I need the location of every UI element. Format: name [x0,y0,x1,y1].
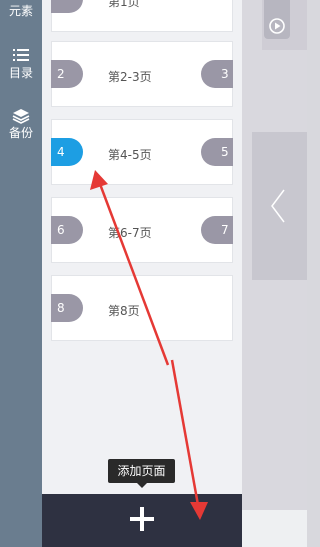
page-label: 第2-3页 [108,70,152,84]
page-tab-left[interactable]: 6 [51,216,83,244]
page-tab-right[interactable]: 3 [201,60,233,88]
play-button[interactable] [264,13,290,39]
plus-icon[interactable] [130,507,154,531]
page-label: 第4-5页 [108,148,152,162]
page-tab-left[interactable]: 2 [51,60,83,88]
sidebar-item-label: 目录 [8,66,33,80]
page-card-4-5[interactable]: 4 第4-5页 5 [51,119,233,185]
page-label: 第8页 [108,304,140,318]
chevron-left-icon [271,189,285,223]
layers-icon [12,109,30,124]
page-card-2-3[interactable]: 2 第2-3页 3 [51,41,233,107]
play-icon [269,18,285,34]
sidebar-item-backup[interactable]: 备份 [0,108,42,140]
page-tab-left-active[interactable]: 4 [51,138,83,166]
page-card-1[interactable]: 第1页 [51,0,233,32]
canvas-footer [242,510,307,547]
sidebar-item-contents[interactable]: 目录 [0,46,42,80]
list-icon [13,49,29,61]
page-card-8[interactable]: 8 第8页 [51,275,233,341]
left-rail: 元素 目录 备份 [0,0,42,547]
page-tab-right[interactable]: 7 [201,216,233,244]
bottom-bar [42,494,242,547]
sidebar-item-label: 备份 [8,126,33,140]
page-card-6-7[interactable]: 6 第6-7页 7 [51,197,233,263]
add-page-tooltip: 添加页面 [108,459,175,488]
sidebar-item-label: 元素 [8,4,33,18]
prev-page-button[interactable] [252,132,307,280]
page-tab-right[interactable]: 5 [201,138,233,166]
page-label: 第1页 [108,0,140,9]
page-tab-left[interactable]: 8 [51,294,83,322]
page-tab-left[interactable] [51,0,83,13]
canvas-area [242,0,307,547]
page-label: 第6-7页 [108,226,152,240]
sidebar-item-elements[interactable]: 元素 [0,4,42,18]
